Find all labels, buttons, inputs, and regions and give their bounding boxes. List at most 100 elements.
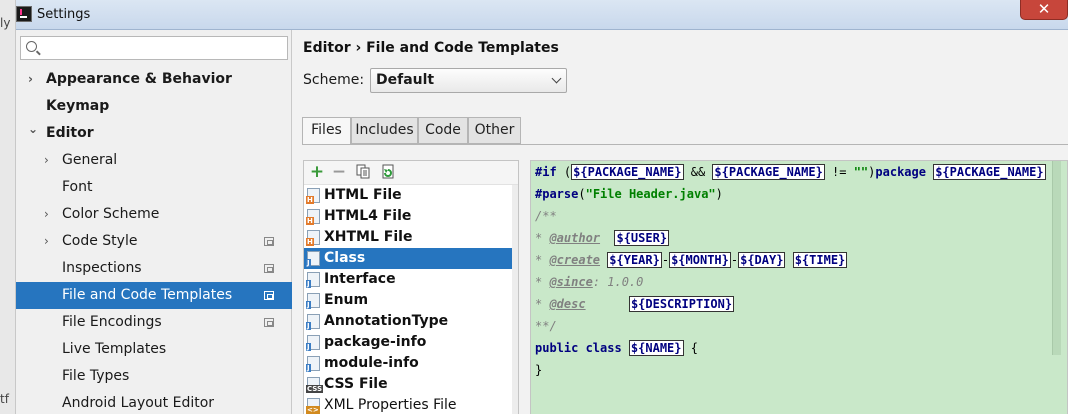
file-type-badge: J xyxy=(306,322,311,330)
template-item[interactable]: CSS CSS File xyxy=(304,374,518,395)
tab-files[interactable]: Files xyxy=(302,117,351,145)
tab-includes[interactable]: Includes xyxy=(351,117,418,144)
project-scope-icon xyxy=(264,264,274,273)
sidebar-item-label: Code Style xyxy=(62,233,138,249)
chevron-right-icon[interactable]: › xyxy=(44,201,49,228)
template-variable: ${USER} xyxy=(614,230,670,246)
sidebar-item-label: Color Scheme xyxy=(62,206,160,222)
sidebar-item[interactable]: Keymap xyxy=(16,93,292,120)
scheme-value: Default xyxy=(376,72,435,88)
template-item[interactable]: J Interface xyxy=(304,269,518,290)
code-line: } xyxy=(535,359,542,381)
template-variable: ${YEAR} xyxy=(607,252,662,268)
template-variable: ${NAME} xyxy=(628,340,684,356)
sidebar-item[interactable]: › Code Style xyxy=(16,228,292,255)
editor-scrollbar[interactable] xyxy=(1052,161,1061,355)
template-item-label: XHTML File xyxy=(324,229,413,245)
code-token: @desc xyxy=(549,297,586,311)
sidebar-item[interactable]: › Appearance & Behavior xyxy=(16,66,292,93)
sidebar-item[interactable]: Font xyxy=(16,174,292,201)
template-variable: ${DESCRIPTION} xyxy=(628,296,735,312)
code-line: /** xyxy=(535,205,557,227)
file-type-icon: J xyxy=(306,272,320,288)
sidebar-item[interactable]: › General xyxy=(16,147,292,174)
template-item-label: Enum xyxy=(324,292,369,308)
settings-sidebar: › Appearance & Behavior Keymap ⌄ Editor › Gene… xyxy=(16,30,292,414)
chevron-down-icon[interactable]: ⌄ xyxy=(28,116,38,143)
list-scrollbar[interactable] xyxy=(512,185,518,414)
ide-fragment: ly xyxy=(0,16,11,30)
chevron-right-icon[interactable]: › xyxy=(44,228,49,255)
sidebar-item[interactable]: Live Templates xyxy=(16,336,292,363)
sidebar-item[interactable]: ⌄ Editor xyxy=(16,120,292,147)
code-token: ( xyxy=(556,165,572,179)
file-type-icon: H xyxy=(306,188,320,204)
file-type-icon: J xyxy=(306,314,320,330)
file-type-icon: J xyxy=(306,293,320,309)
close-button[interactable]: ✕ xyxy=(1020,0,1068,20)
sidebar-item-label: File Types xyxy=(62,368,130,384)
chevron-right-icon[interactable]: › xyxy=(28,66,33,93)
sidebar-item-label: File Encodings xyxy=(62,314,162,330)
sidebar-item[interactable]: File Types xyxy=(16,363,292,390)
tab-other[interactable]: Other xyxy=(468,117,521,144)
scheme-dropdown[interactable]: Default xyxy=(370,68,567,93)
template-list: + − H HTML File H HTML4 File H XHTML File J Cla… xyxy=(303,160,519,414)
code-line: #parse("File Header.java") xyxy=(535,183,723,205)
file-type-badge: J xyxy=(306,301,311,309)
search-input[interactable] xyxy=(20,36,288,60)
scheme-label: Scheme: xyxy=(303,72,365,88)
sidebar-item-label: Appearance & Behavior xyxy=(46,71,232,87)
sidebar-item[interactable]: File and Code Templates xyxy=(16,282,292,309)
template-variable: ${PACKAGE_NAME} xyxy=(712,164,825,180)
tab-code[interactable]: Code xyxy=(418,117,468,144)
sidebar-item[interactable]: › Color Scheme xyxy=(16,201,292,228)
search-icon xyxy=(26,41,37,52)
template-item[interactable]: H HTML File xyxy=(304,185,518,206)
project-scope-icon xyxy=(264,237,274,246)
code-token: * xyxy=(535,275,550,289)
template-item[interactable]: H XHTML File xyxy=(304,227,518,248)
chevron-down-icon xyxy=(551,73,562,84)
file-type-badge: <> xyxy=(306,406,320,414)
remove-icon[interactable]: − xyxy=(331,164,347,181)
code-token: && xyxy=(683,165,713,179)
sidebar-item-label: Editor xyxy=(46,125,94,141)
code-token: { xyxy=(683,341,698,355)
sidebar-item-label: Live Templates xyxy=(62,341,167,357)
code-token: public class xyxy=(535,341,629,355)
file-type-badge: J xyxy=(306,259,311,267)
template-item[interactable]: J Class xyxy=(304,248,518,269)
copy-icon[interactable] xyxy=(355,164,371,180)
title-bar[interactable]: Settings ✕ xyxy=(16,0,1068,30)
template-code-editor[interactable]: #if (${PACKAGE_NAME} && ${PACKAGE_NAME} … xyxy=(530,160,1068,414)
template-item[interactable]: Jpackage-info xyxy=(304,332,518,353)
sidebar-item[interactable]: File Encodings xyxy=(16,309,292,336)
code-token: @author xyxy=(549,231,601,245)
intellij-app-icon xyxy=(16,6,32,22)
template-item[interactable]: <> XML Properties File xyxy=(304,395,518,414)
template-item[interactable]: J Enum xyxy=(304,290,518,311)
template-item-label: module-info xyxy=(324,355,419,371)
sidebar-item[interactable]: Inspections xyxy=(16,255,292,282)
template-item-label: package-info xyxy=(324,334,427,350)
template-variable: ${MONTH} xyxy=(669,252,731,268)
add-icon[interactable]: + xyxy=(309,164,325,181)
template-item[interactable]: J AnnotationType xyxy=(304,311,518,332)
template-variable: ${PACKAGE_NAME} xyxy=(571,164,684,180)
file-type-icon: <> xyxy=(306,398,320,414)
template-item[interactable]: Jmodule-info xyxy=(304,353,518,374)
code-token: * xyxy=(535,253,550,267)
window-title: Settings xyxy=(37,7,91,22)
chevron-right-icon[interactable]: › xyxy=(44,147,49,174)
code-token: "" xyxy=(853,165,869,179)
file-type-badge: H xyxy=(306,238,314,246)
file-type-icon: J xyxy=(306,251,320,267)
file-type-icon: J xyxy=(306,356,320,372)
template-item[interactable]: H HTML4 File xyxy=(304,206,518,227)
reset-icon[interactable] xyxy=(379,164,395,180)
sidebar-item[interactable]: Android Layout Editor xyxy=(16,390,292,414)
